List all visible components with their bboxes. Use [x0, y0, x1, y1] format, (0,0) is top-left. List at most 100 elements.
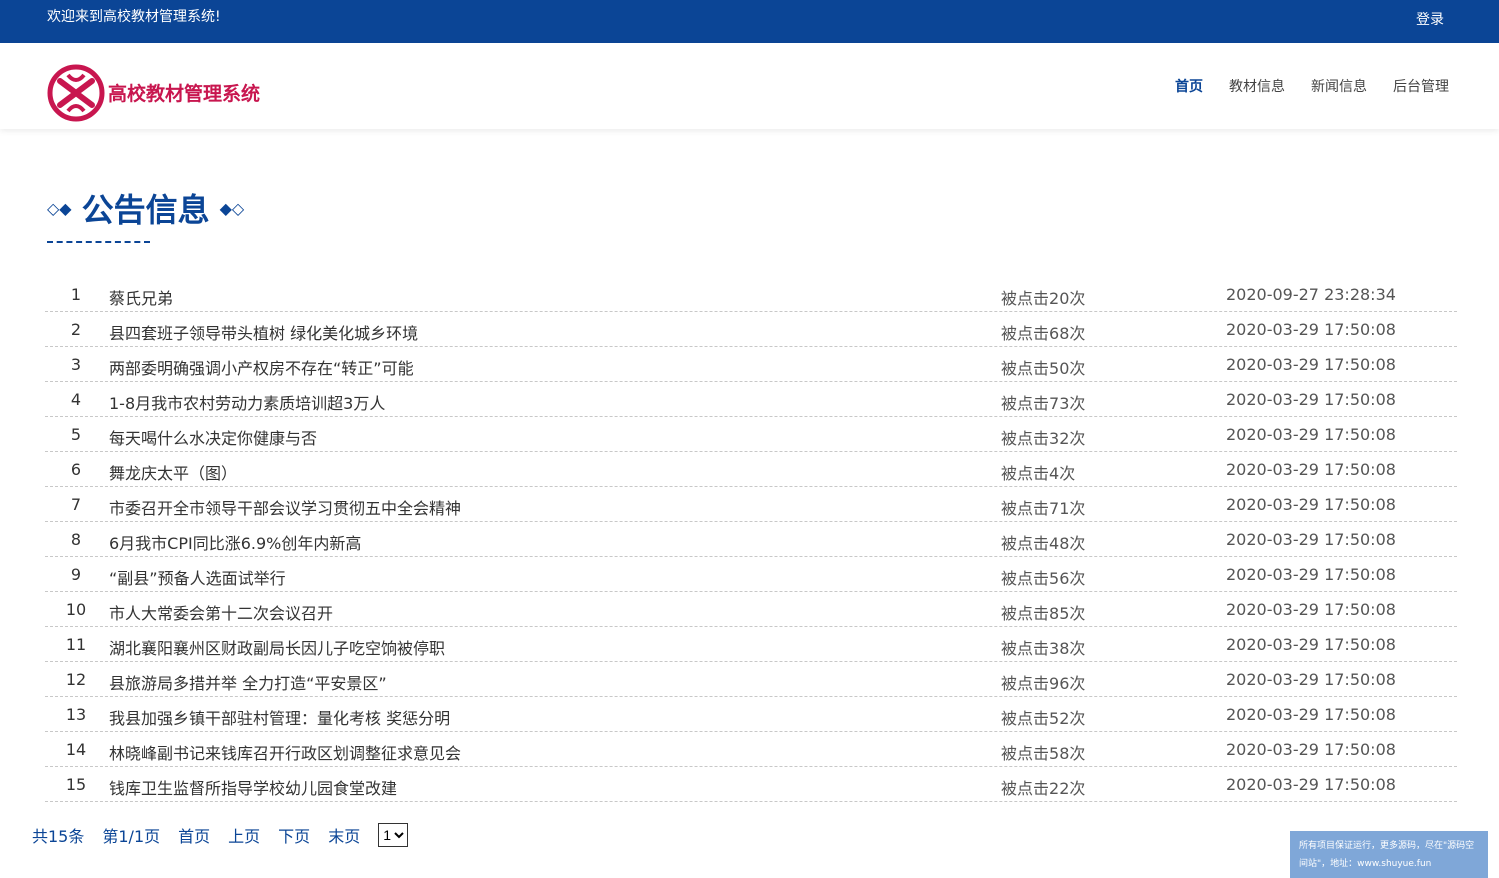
row-index: 8 — [70, 530, 82, 549]
click-count: 被点击73次 — [1001, 390, 1085, 414]
table-row: 3 两部委明确强调小产权房不存在“转正”可能 被点击50次 2020-03-29 17… — [45, 347, 1457, 382]
click-suffix: 次 — [1069, 359, 1086, 378]
title-underline — [47, 241, 150, 243]
news-title-link[interactable]: 市人大常委会第十二次会议召开 — [109, 600, 333, 624]
news-title-link[interactable]: 两部委明确强调小产权房不存在“转正”可能 — [109, 355, 414, 379]
publish-date: 2020-03-29 17:50:08 — [1226, 565, 1396, 584]
click-prefix: 被点击 — [1001, 464, 1050, 483]
click-value: 68 — [1049, 324, 1070, 343]
click-suffix: 次 — [1069, 324, 1086, 343]
publish-date: 2020-03-29 17:50:08 — [1226, 635, 1396, 654]
publish-date: 2020-03-29 17:50:08 — [1226, 390, 1396, 409]
click-count: 被点击71次 — [1001, 495, 1085, 519]
site-name[interactable]: 高校教材管理系统 — [108, 79, 260, 106]
click-count: 被点击32次 — [1001, 425, 1085, 449]
click-value: 38 — [1049, 639, 1070, 658]
page-title: 公告信息 — [81, 191, 210, 229]
table-row: 5 每天喝什么水决定你健康与否 被点击32次 2020-03-29 17:50:08 — [45, 417, 1457, 452]
news-list: 1 蔡氏兄弟 被点击20次 2020-09-27 23:28:34 2 县四套班子领导带头… — [45, 277, 1457, 802]
news-title-link[interactable]: 6月我市CPI同比涨6.9%创年内新高 — [109, 530, 361, 554]
news-title-link[interactable]: 每天喝什么水决定你健康与否 — [109, 425, 317, 449]
click-suffix: 次 — [1069, 779, 1086, 798]
news-title-link[interactable]: 舞龙庆太平（图） — [109, 460, 237, 484]
welcome-text: 欢迎来到高校教材管理系统! — [47, 9, 221, 25]
click-prefix: 被点击 — [1001, 569, 1050, 588]
first-page-link[interactable]: 首页 — [178, 823, 210, 847]
click-prefix: 被点击 — [1001, 744, 1050, 763]
table-row: 10 市人大常委会第十二次会议召开 被点击85次 2020-03-29 17:50:0… — [45, 592, 1457, 627]
publish-date: 2020-03-29 17:50:08 — [1226, 775, 1396, 794]
table-row: 12 县旅游局多措并举 全力打造“平安景区” 被点击96次 2020-03-29 17… — [45, 662, 1457, 697]
click-prefix: 被点击 — [1001, 604, 1050, 623]
next-page-link[interactable]: 下页 — [278, 823, 310, 847]
row-index: 15 — [65, 775, 87, 794]
click-count: 被点击58次 — [1001, 740, 1085, 764]
news-title-link[interactable]: 县四套班子领导带头植树 绿化美化城乡环境 — [109, 320, 418, 344]
news-title-link[interactable]: 林晓峰副书记来钱库召开行政区划调整征求意见会 — [109, 740, 461, 764]
click-suffix: 次 — [1069, 429, 1086, 448]
click-count: 被点击4次 — [1001, 460, 1075, 484]
click-suffix: 次 — [1069, 534, 1086, 553]
prev-page-link[interactable]: 上页 — [228, 823, 260, 847]
news-title-link[interactable]: 1-8月我市农村劳动力素质培训超3万人 — [109, 390, 385, 414]
watermark-banner: 所有项目保证运行，更多源码，尽在"源码空间站"，地址：www.shuyue.fu… — [1290, 831, 1488, 878]
publish-date: 2020-03-29 17:50:08 — [1226, 425, 1396, 444]
news-title-link[interactable]: 湖北襄阳襄州区财政副局长因儿子吃空饷被停职 — [109, 635, 445, 659]
table-row: 4 1-8月我市农村劳动力素质培训超3万人 被点击73次 2020-03-29 17:… — [45, 382, 1457, 417]
click-value: 22 — [1049, 779, 1070, 798]
row-index: 12 — [65, 670, 87, 689]
click-prefix: 被点击 — [1001, 394, 1050, 413]
table-row: 7 市委召开全市领导干部会议学习贯彻五中全会精神 被点击71次 2020-03-29 … — [45, 487, 1457, 522]
table-row: 11 湖北襄阳襄州区财政副局长因儿子吃空饷被停职 被点击38次 2020-03-29 … — [45, 627, 1457, 662]
click-prefix: 被点击 — [1001, 534, 1050, 553]
nav-textbooks[interactable]: 教材信息 — [1229, 76, 1285, 96]
table-row: 8 6月我市CPI同比涨6.9%创年内新高 被点击48次 2020-03-29 17:… — [45, 522, 1457, 557]
nav-home[interactable]: 首页 — [1175, 76, 1203, 96]
click-prefix: 被点击 — [1001, 709, 1050, 728]
click-suffix: 次 — [1069, 709, 1086, 728]
publish-date: 2020-03-29 17:50:08 — [1226, 460, 1396, 479]
click-suffix: 次 — [1069, 394, 1086, 413]
row-index: 2 — [70, 320, 82, 339]
top-bar: 欢迎来到高校教材管理系统! 登录 — [0, 0, 1499, 43]
news-title-link[interactable]: 县旅游局多措并举 全力打造“平安景区” — [109, 670, 387, 694]
click-suffix: 次 — [1069, 639, 1086, 658]
news-title-link[interactable]: 市委召开全市领导干部会议学习贯彻五中全会精神 — [109, 495, 461, 519]
nav-admin[interactable]: 后台管理 — [1393, 76, 1449, 96]
news-title-link[interactable]: 我县加强乡镇干部驻村管理：量化考核 奖惩分明 — [109, 705, 450, 729]
news-title-link[interactable]: “副县”预备人选面试举行 — [109, 565, 286, 589]
login-link[interactable]: 登录 — [1416, 9, 1444, 29]
click-prefix: 被点击 — [1001, 359, 1050, 378]
last-page-link[interactable]: 末页 — [328, 823, 360, 847]
click-value: 96 — [1049, 674, 1070, 693]
logo-icon[interactable] — [46, 63, 106, 123]
row-index: 7 — [70, 495, 82, 514]
publish-date: 2020-03-29 17:50:08 — [1226, 600, 1396, 619]
click-value: 73 — [1049, 394, 1070, 413]
click-count: 被点击52次 — [1001, 705, 1085, 729]
click-suffix: 次 — [1069, 674, 1086, 693]
click-prefix: 被点击 — [1001, 324, 1050, 343]
click-prefix: 被点击 — [1001, 779, 1050, 798]
publish-date: 2020-03-29 17:50:08 — [1226, 355, 1396, 374]
click-value: 48 — [1049, 534, 1070, 553]
publish-date: 2020-03-29 17:50:08 — [1226, 530, 1396, 549]
section-title: ◇◆ 公告信息 ◆◇ — [47, 188, 244, 229]
click-count: 被点击96次 — [1001, 670, 1085, 694]
site-header: 高校教材管理系统 首页 教材信息 新闻信息 后台管理 — [0, 43, 1499, 129]
publish-date: 2020-03-29 17:50:08 — [1226, 495, 1396, 514]
nav-news[interactable]: 新闻信息 — [1311, 76, 1367, 96]
news-title-link[interactable]: 钱库卫生监督所指导学校幼儿园食堂改建 — [109, 775, 397, 799]
click-count: 被点击85次 — [1001, 600, 1085, 624]
table-row: 9 “副县”预备人选面试举行 被点击56次 2020-03-29 17:50:08 — [45, 557, 1457, 592]
table-row: 14 林晓峰副书记来钱库召开行政区划调整征求意见会 被点击58次 2020-03-29… — [45, 732, 1457, 767]
row-index: 4 — [70, 390, 82, 409]
click-count: 被点击50次 — [1001, 355, 1085, 379]
click-value: 85 — [1049, 604, 1070, 623]
click-suffix: 次 — [1069, 744, 1086, 763]
click-value: 58 — [1049, 744, 1070, 763]
click-count: 被点击56次 — [1001, 565, 1085, 589]
news-title-link[interactable]: 蔡氏兄弟 — [109, 285, 173, 309]
click-suffix: 次 — [1069, 499, 1086, 518]
page-select[interactable]: 1 — [378, 823, 409, 847]
